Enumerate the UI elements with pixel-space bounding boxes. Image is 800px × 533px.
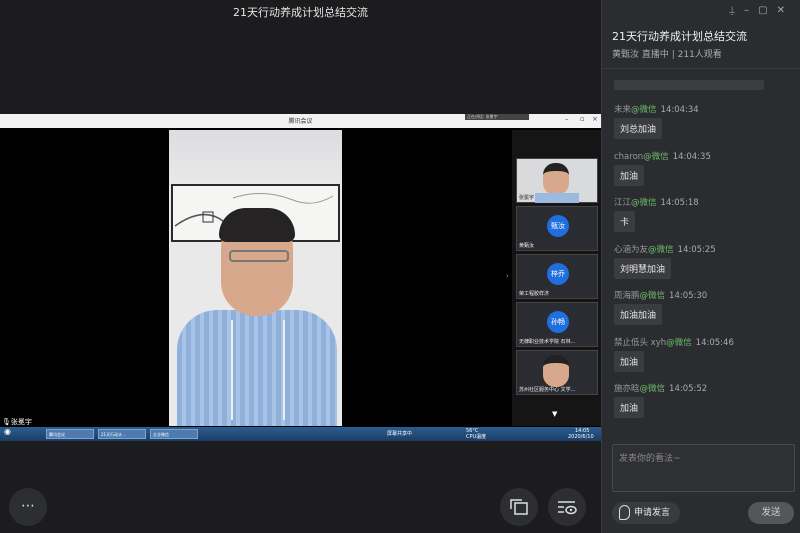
chat-message: 禁止低头 xyh@微信 14:05:46 加油	[614, 336, 734, 372]
chat-message: 施亦晗@微信 14:05:52 加油	[614, 382, 707, 418]
scroll-down-icon[interactable]: ▼	[552, 410, 557, 418]
meeting-close-icon: ×	[592, 115, 598, 123]
live-status: 黄甄汝 直播中 | 211人观看	[612, 50, 722, 60]
main-speaker-video	[169, 130, 342, 426]
window-controls: ⍊–▢✕	[729, 5, 794, 16]
participant-label: 黄甄汝	[519, 243, 535, 249]
speaker-lanyard	[231, 320, 285, 420]
participant-thumb-2[interactable]: 甄汝 黄甄汝	[516, 206, 598, 251]
speech-bubble-icon	[619, 505, 630, 520]
panel-title: 21天行动养成计划总结交流	[612, 30, 747, 43]
participant-shirt	[535, 193, 579, 203]
participant-thumb-4[interactable]: 孙畅 无棣职业技术学院 石林...	[516, 302, 598, 347]
chat-bubble: 加油	[614, 165, 645, 186]
mic-icon: 🎙	[2, 418, 11, 426]
eye-settings-icon	[558, 501, 577, 515]
more-options-button[interactable]: ⋯	[9, 488, 47, 526]
participant-avatar: 甄汝	[547, 215, 569, 237]
apply-to-speak-button[interactable]: 申请发言	[612, 502, 680, 524]
minimize-icon[interactable]: –	[744, 5, 758, 16]
participant-face	[543, 355, 569, 387]
thumbnail-expand-arrow-icon[interactable]: ›	[506, 272, 509, 280]
chat-bubble: 加油	[614, 397, 645, 418]
chat-message: 江江@微信 14:05:18 卡	[614, 196, 699, 232]
participant-thumbnails: 张冕宇 甄汝 黄甄汝 梓乔 荣工程胶样济 孙畅 无棣职业技术学院 石林... 苏…	[512, 130, 601, 426]
speaker-glasses	[229, 250, 289, 262]
chat-list[interactable]: 未来@微信 14:04:34 刘总加油 charon@微信 14:04:35 加油 …	[602, 69, 800, 434]
participant-label: 苏州社区服务中心 文学...	[519, 387, 576, 393]
chat-message: 心涵为友@微信 14:05:25 刘明慧加油	[614, 243, 716, 279]
participant-label: 张冕宇	[519, 195, 535, 201]
windows-taskbar: ◉ 腾讯会议 21天行动计... 企业微信 屏幕共享中 56°C CPU温度 1…	[0, 427, 601, 441]
comment-placeholder: 发表你的看法~	[619, 454, 681, 464]
speaker-hair	[219, 208, 295, 242]
participant-thumb-5[interactable]: 苏州社区服务中心 文学...	[516, 350, 598, 395]
chat-bubble: 卡	[614, 211, 636, 232]
participant-label: 无棣职业技术学院 石林...	[519, 339, 576, 345]
start-menu-icon: ◉	[4, 427, 11, 436]
video-stage: 21天行动养成计划总结交流 腾讯会议 – ▫ × 正在讲话: 张冕宇 🎙张冕宇 …	[0, 0, 601, 533]
taskbar-item-meeting: 腾讯会议	[46, 429, 94, 439]
chat-bubble: 刘明慧加油	[614, 258, 672, 279]
window-switch-icon	[510, 499, 528, 515]
chat-bubble: 刘总加油	[614, 118, 663, 139]
chat-message: 未来@微信 14:04:34 刘总加油	[614, 103, 699, 139]
taskbar-item-wecom: 企业微信	[150, 429, 198, 439]
participant-face	[543, 163, 569, 195]
clipped-message	[614, 80, 764, 90]
chat-message: 周海鹏@微信 14:05:30 加油加油	[614, 289, 707, 325]
participant-thumb-1[interactable]: 张冕宇	[516, 158, 598, 203]
stream-title: 21天行动养成计划总结交流	[233, 6, 368, 19]
more-icon: ⋯	[21, 498, 35, 514]
send-button[interactable]: 发送	[748, 502, 794, 524]
screen-share-indicator: 屏幕共享中	[387, 431, 413, 437]
close-icon[interactable]: ✕	[777, 5, 794, 16]
participant-avatar: 梓乔	[547, 263, 569, 285]
view-settings-button[interactable]	[548, 488, 586, 526]
presenter-name-tag: 🎙张冕宇	[2, 418, 32, 426]
clock-date: 2020/6/10	[568, 434, 594, 440]
shared-meeting-video[interactable]: 腾讯会议 – ▫ × 正在讲话: 张冕宇 🎙张冕宇 › 张冕宇 甄汝 黄甄汝 梓…	[0, 114, 601, 441]
taskbar-item-plan: 21天行动计...	[98, 429, 146, 439]
cpu-temperature-label: CPU温度	[466, 434, 487, 440]
window-switch-button[interactable]	[500, 488, 538, 526]
pin-icon[interactable]: ⍊	[729, 5, 744, 16]
chat-bubble: 加油加油	[614, 304, 663, 325]
live-stream-window: 21天行动养成计划总结交流 腾讯会议 – ▫ × 正在讲话: 张冕宇 🎙张冕宇 …	[0, 0, 800, 533]
chat-message: charon@微信 14:04:35 加油	[614, 150, 711, 186]
chat-bubble: 加油	[614, 351, 645, 372]
comment-input[interactable]: 发表你的看法~	[612, 444, 795, 492]
meeting-minimize-icon: –	[565, 115, 569, 123]
chat-panel: ⍊–▢✕ 21天行动养成计划总结交流 黄甄汝 直播中 | 211人观看 未来@微…	[601, 0, 800, 533]
participant-thumb-3[interactable]: 梓乔 荣工程胶样济	[516, 254, 598, 299]
meeting-maximize-icon: ▫	[580, 115, 585, 123]
meeting-speaking-status: 正在讲话: 张冕宇	[465, 114, 529, 120]
participant-avatar: 孙畅	[547, 311, 569, 333]
participant-label: 荣工程胶样济	[519, 291, 550, 297]
wall	[169, 130, 342, 184]
maximize-icon[interactable]: ▢	[758, 5, 776, 16]
